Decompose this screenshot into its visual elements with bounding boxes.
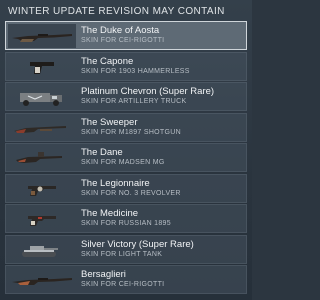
skin-item-sweeper[interactable]: The Sweeper SKIN FOR M1897 SHOTGUN xyxy=(5,112,247,142)
skin-subtitle: SKIN FOR 1903 HAMMERLESS xyxy=(81,67,190,75)
skin-subtitle: SKIN FOR LIGHT TANK xyxy=(81,250,163,258)
skin-item-bersaglieri[interactable]: Bersaglieri SKIN FOR CEI-RIGOTTI xyxy=(5,265,247,294)
tank-icon xyxy=(8,238,76,262)
skin-name: The Duke of Aosta xyxy=(81,25,160,36)
skin-list: The Duke of Aosta SKIN FOR CEI-RIGOTTI T… xyxy=(5,21,247,296)
skin-item-legionnaire[interactable]: The Legionnaire SKIN FOR NO. 3 REVOLVER xyxy=(5,173,247,203)
skin-subtitle: SKIN FOR CEI-RIGOTTI xyxy=(81,37,165,44)
revolver-icon xyxy=(8,207,76,231)
revolver-icon xyxy=(8,177,76,201)
pistol-icon xyxy=(8,55,76,79)
skin-subtitle: SKIN FOR M1897 SHOTGUN xyxy=(81,128,181,136)
skin-name: The Dane xyxy=(81,147,123,158)
skin-item-dane[interactable]: The Dane SKIN FOR MADSEN MG xyxy=(5,143,247,172)
skins-panel: WINTER UPDATE REVISION MAY CONTAIN The D… xyxy=(0,0,252,300)
skin-subtitle: SKIN FOR CEI-RIGOTTI xyxy=(81,281,165,288)
skin-name: Bersaglieri xyxy=(81,269,126,280)
skin-name: The Medicine xyxy=(81,208,139,219)
skin-name: The Legionnaire xyxy=(81,177,150,189)
skin-subtitle: SKIN FOR MADSEN MG xyxy=(81,159,165,166)
skin-name: Platinum Chevron (Super Rare) xyxy=(81,86,215,97)
shotgun-icon xyxy=(8,116,76,140)
skin-item-capone[interactable]: The Capone SKIN FOR 1903 HAMMERLESS xyxy=(5,51,247,81)
truck-icon xyxy=(8,85,76,109)
skin-item-duke-of-aosta[interactable]: The Duke of Aosta SKIN FOR CEI-RIGOTTI xyxy=(5,21,247,50)
rifle-icon xyxy=(8,268,76,292)
skin-name: Silver Victory (Super Rare) xyxy=(81,238,194,250)
machine-gun-icon xyxy=(8,146,76,170)
skin-item-medicine[interactable]: The Medicine SKIN FOR RUSSIAN 1895 xyxy=(5,204,247,233)
rifle-icon xyxy=(8,24,76,48)
skin-subtitle: SKIN FOR RUSSIAN 1895 xyxy=(81,220,171,227)
skin-subtitle: SKIN FOR NO. 3 REVOLVER xyxy=(81,189,181,197)
skin-item-silver-victory[interactable]: Silver Victory (Super Rare) SKIN FOR LIG… xyxy=(5,234,247,264)
skin-subtitle: SKIN FOR ARTILLERY TRUCK xyxy=(81,98,187,105)
skin-item-platinum-chevron[interactable]: Platinum Chevron (Super Rare) SKIN FOR A… xyxy=(5,82,247,111)
panel-title: WINTER UPDATE REVISION MAY CONTAIN xyxy=(8,6,225,17)
skin-name: The Capone xyxy=(81,55,134,67)
skin-name: The Sweeper xyxy=(81,116,138,128)
